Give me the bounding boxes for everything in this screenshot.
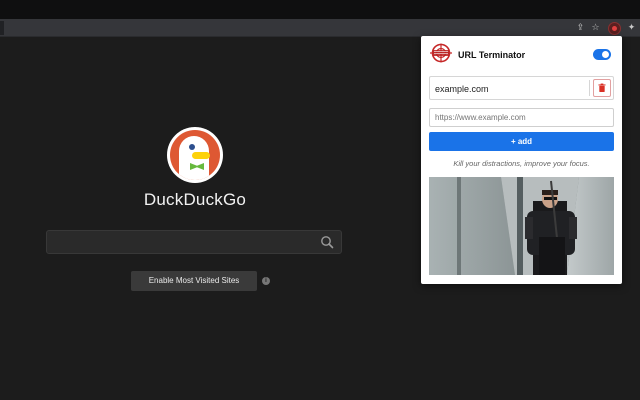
- browser-tab-strip: [0, 0, 640, 19]
- enable-toggle[interactable]: [593, 49, 611, 60]
- trash-icon: [598, 83, 606, 92]
- page-title: DuckDuckGo: [143, 190, 247, 209]
- enable-most-visited-button[interactable]: Enable Most Visited Sites: [131, 271, 257, 291]
- url-terminator-logo-icon: [430, 43, 452, 63]
- add-button[interactable]: + add: [429, 132, 614, 151]
- tagline: Kill your distractions, improve your foc…: [453, 159, 590, 168]
- app-title: URL Terminator: [458, 50, 526, 60]
- search-icon[interactable]: [320, 235, 334, 249]
- divider: [589, 80, 590, 96]
- info-icon[interactable]: i: [262, 277, 270, 285]
- delete-button[interactable]: [593, 79, 611, 97]
- share-icon[interactable]: ⇪: [575, 23, 586, 34]
- blocked-url-text: example.com: [435, 84, 489, 94]
- address-bar-edge[interactable]: [0, 21, 4, 35]
- terminator-image: [429, 177, 614, 275]
- url-input[interactable]: [429, 108, 614, 127]
- puzzle-icon[interactable]: ✦: [626, 23, 637, 34]
- star-icon[interactable]: ☆: [590, 23, 601, 34]
- duckduckgo-logo-icon: [167, 127, 223, 183]
- extension-icon[interactable]: [608, 22, 621, 35]
- browser-toolbar: [0, 19, 640, 37]
- extension-popup: URL Terminator example.com + add Kill yo…: [421, 36, 622, 284]
- blocked-url-row: example.com: [429, 76, 614, 100]
- search-input[interactable]: [46, 230, 342, 254]
